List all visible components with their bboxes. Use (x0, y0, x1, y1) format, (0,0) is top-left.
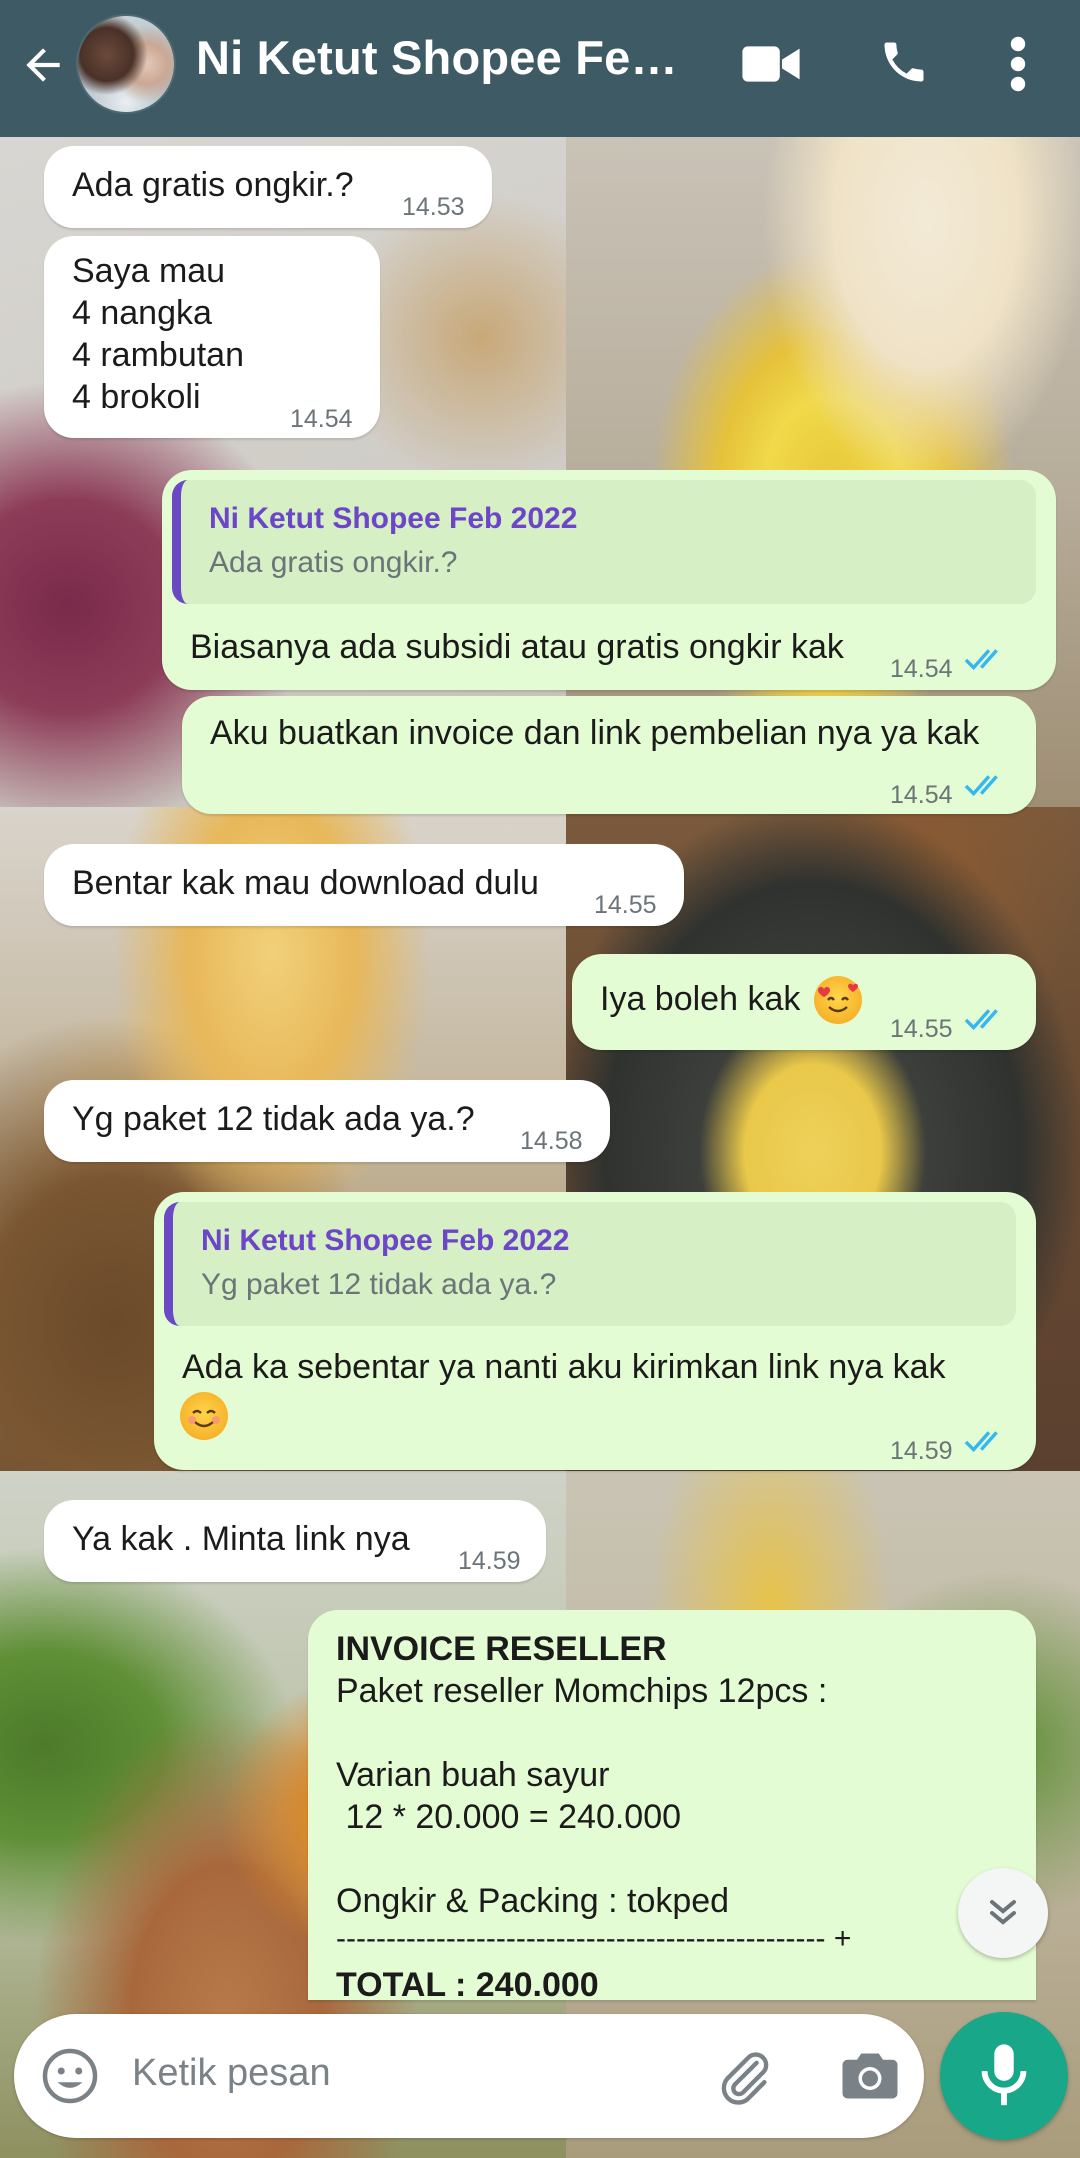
read-receipt-icon (964, 775, 998, 797)
invoice-total: TOTAL : 240.000 (336, 1966, 599, 2000)
message-text: Bentar kak mau download dulu (72, 864, 539, 902)
message-composer: Ketik pesan (14, 2014, 924, 2138)
invoice-line: 12 * 20.000 = 240.000 (336, 1798, 682, 1836)
message-time: 14.59 (458, 1547, 521, 1575)
message-time: 14.59 (890, 1437, 953, 1465)
message-text: Aku buatkan invoice dan link pembelian n… (210, 714, 980, 752)
message-text-line: Saya mau (72, 252, 226, 290)
message-input[interactable]: Ketik pesan (132, 2052, 331, 2095)
contact-avatar[interactable] (76, 14, 176, 114)
invoice-line: Paket reseller Momchips 12pcs : (336, 1672, 828, 1710)
emoji-icon[interactable] (40, 2046, 100, 2106)
message-text: Iya boleh kak (600, 980, 801, 1018)
smiling-face-emoji (180, 1392, 228, 1440)
read-receipt-icon (964, 1009, 998, 1031)
read-receipt-icon (964, 1431, 998, 1453)
message-text: Ada gratis ongkir.? (72, 166, 354, 204)
message-text: Biasanya ada subsidi atau gratis ongkir … (190, 628, 844, 666)
message-time: 14.54 (290, 405, 353, 433)
microphone-icon (981, 2044, 1027, 2106)
invoice-message[interactable]: INVOICE RESELLER Paket reseller Momchips… (308, 1610, 1036, 2000)
scroll-to-bottom-button[interactable] (958, 1868, 1048, 1958)
outgoing-message[interactable]: Ni Ketut Shopee Feb 2022 Ada gratis ongk… (162, 470, 1056, 690)
quoted-text: Yg paket 12 tidak ada ya.? (201, 1268, 557, 1301)
message-text: Ya kak . Minta link nya (72, 1520, 410, 1558)
quoted-sender: Ni Ketut Shopee Feb 2022 (201, 1224, 570, 1257)
invoice-line: Ongkir & Packing : tokped (336, 1882, 730, 1920)
quoted-sender: Ni Ketut Shopee Feb 2022 (209, 502, 578, 535)
video-call-icon[interactable] (742, 42, 800, 86)
voice-message-button[interactable] (940, 2012, 1068, 2140)
invoice-line: Varian buah sayur (336, 1756, 610, 1794)
back-arrow-icon[interactable] (18, 40, 68, 90)
message-time: 14.55 (594, 891, 657, 919)
message-text: Yg paket 12 tidak ada ya.? (72, 1100, 475, 1138)
incoming-message[interactable]: Ada gratis ongkir.? 14.53 (44, 146, 492, 228)
more-vert-icon[interactable] (1000, 36, 1036, 92)
voice-call-icon[interactable] (878, 36, 930, 88)
incoming-message[interactable]: Bentar kak mau download dulu 14.55 (44, 844, 684, 926)
paperclip-icon[interactable] (714, 2046, 776, 2108)
camera-icon[interactable] (840, 2048, 900, 2104)
message-time: 14.58 (520, 1127, 583, 1155)
quoted-text: Ada gratis ongkir.? (209, 546, 458, 579)
smiling-face-with-hearts-emoji (814, 976, 862, 1024)
read-receipt-icon (964, 649, 998, 671)
message-text-line: 4 rambutan (72, 336, 244, 374)
outgoing-message[interactable]: Iya boleh kak 14.55 (572, 954, 1036, 1050)
outgoing-message[interactable]: Aku buatkan invoice dan link pembelian n… (182, 696, 1036, 814)
invoice-separator: ----------------------------------------… (336, 1922, 852, 1955)
incoming-message[interactable]: Yg paket 12 tidak ada ya.? 14.58 (44, 1080, 610, 1162)
quoted-message[interactable]: Ni Ketut Shopee Feb 2022 Ada gratis ongk… (172, 480, 1036, 604)
message-time: 14.54 (890, 781, 953, 809)
incoming-message[interactable]: Saya mau 4 nangka 4 rambutan 4 brokoli 1… (44, 236, 380, 438)
message-text-line: 4 nangka (72, 294, 212, 332)
contact-name[interactable]: Ni Ketut Shopee Feb... (196, 30, 696, 85)
message-text: Ada ka sebentar ya nanti aku kirimkan li… (182, 1348, 946, 1386)
double-chevron-down-icon (989, 1899, 1017, 1925)
message-time: 14.53 (402, 193, 465, 221)
message-time: 14.55 (890, 1015, 953, 1043)
invoice-title: INVOICE RESELLER (336, 1630, 667, 1668)
incoming-message[interactable]: Ya kak . Minta link nya 14.59 (44, 1500, 546, 1582)
chat-header: Ni Ketut Shopee Feb... (0, 0, 1080, 137)
outgoing-message[interactable]: Ni Ketut Shopee Feb 2022 Yg paket 12 tid… (154, 1192, 1036, 1470)
quoted-message[interactable]: Ni Ketut Shopee Feb 2022 Yg paket 12 tid… (164, 1202, 1016, 1326)
message-time: 14.54 (890, 655, 953, 683)
message-text-line: 4 brokoli (72, 378, 201, 416)
